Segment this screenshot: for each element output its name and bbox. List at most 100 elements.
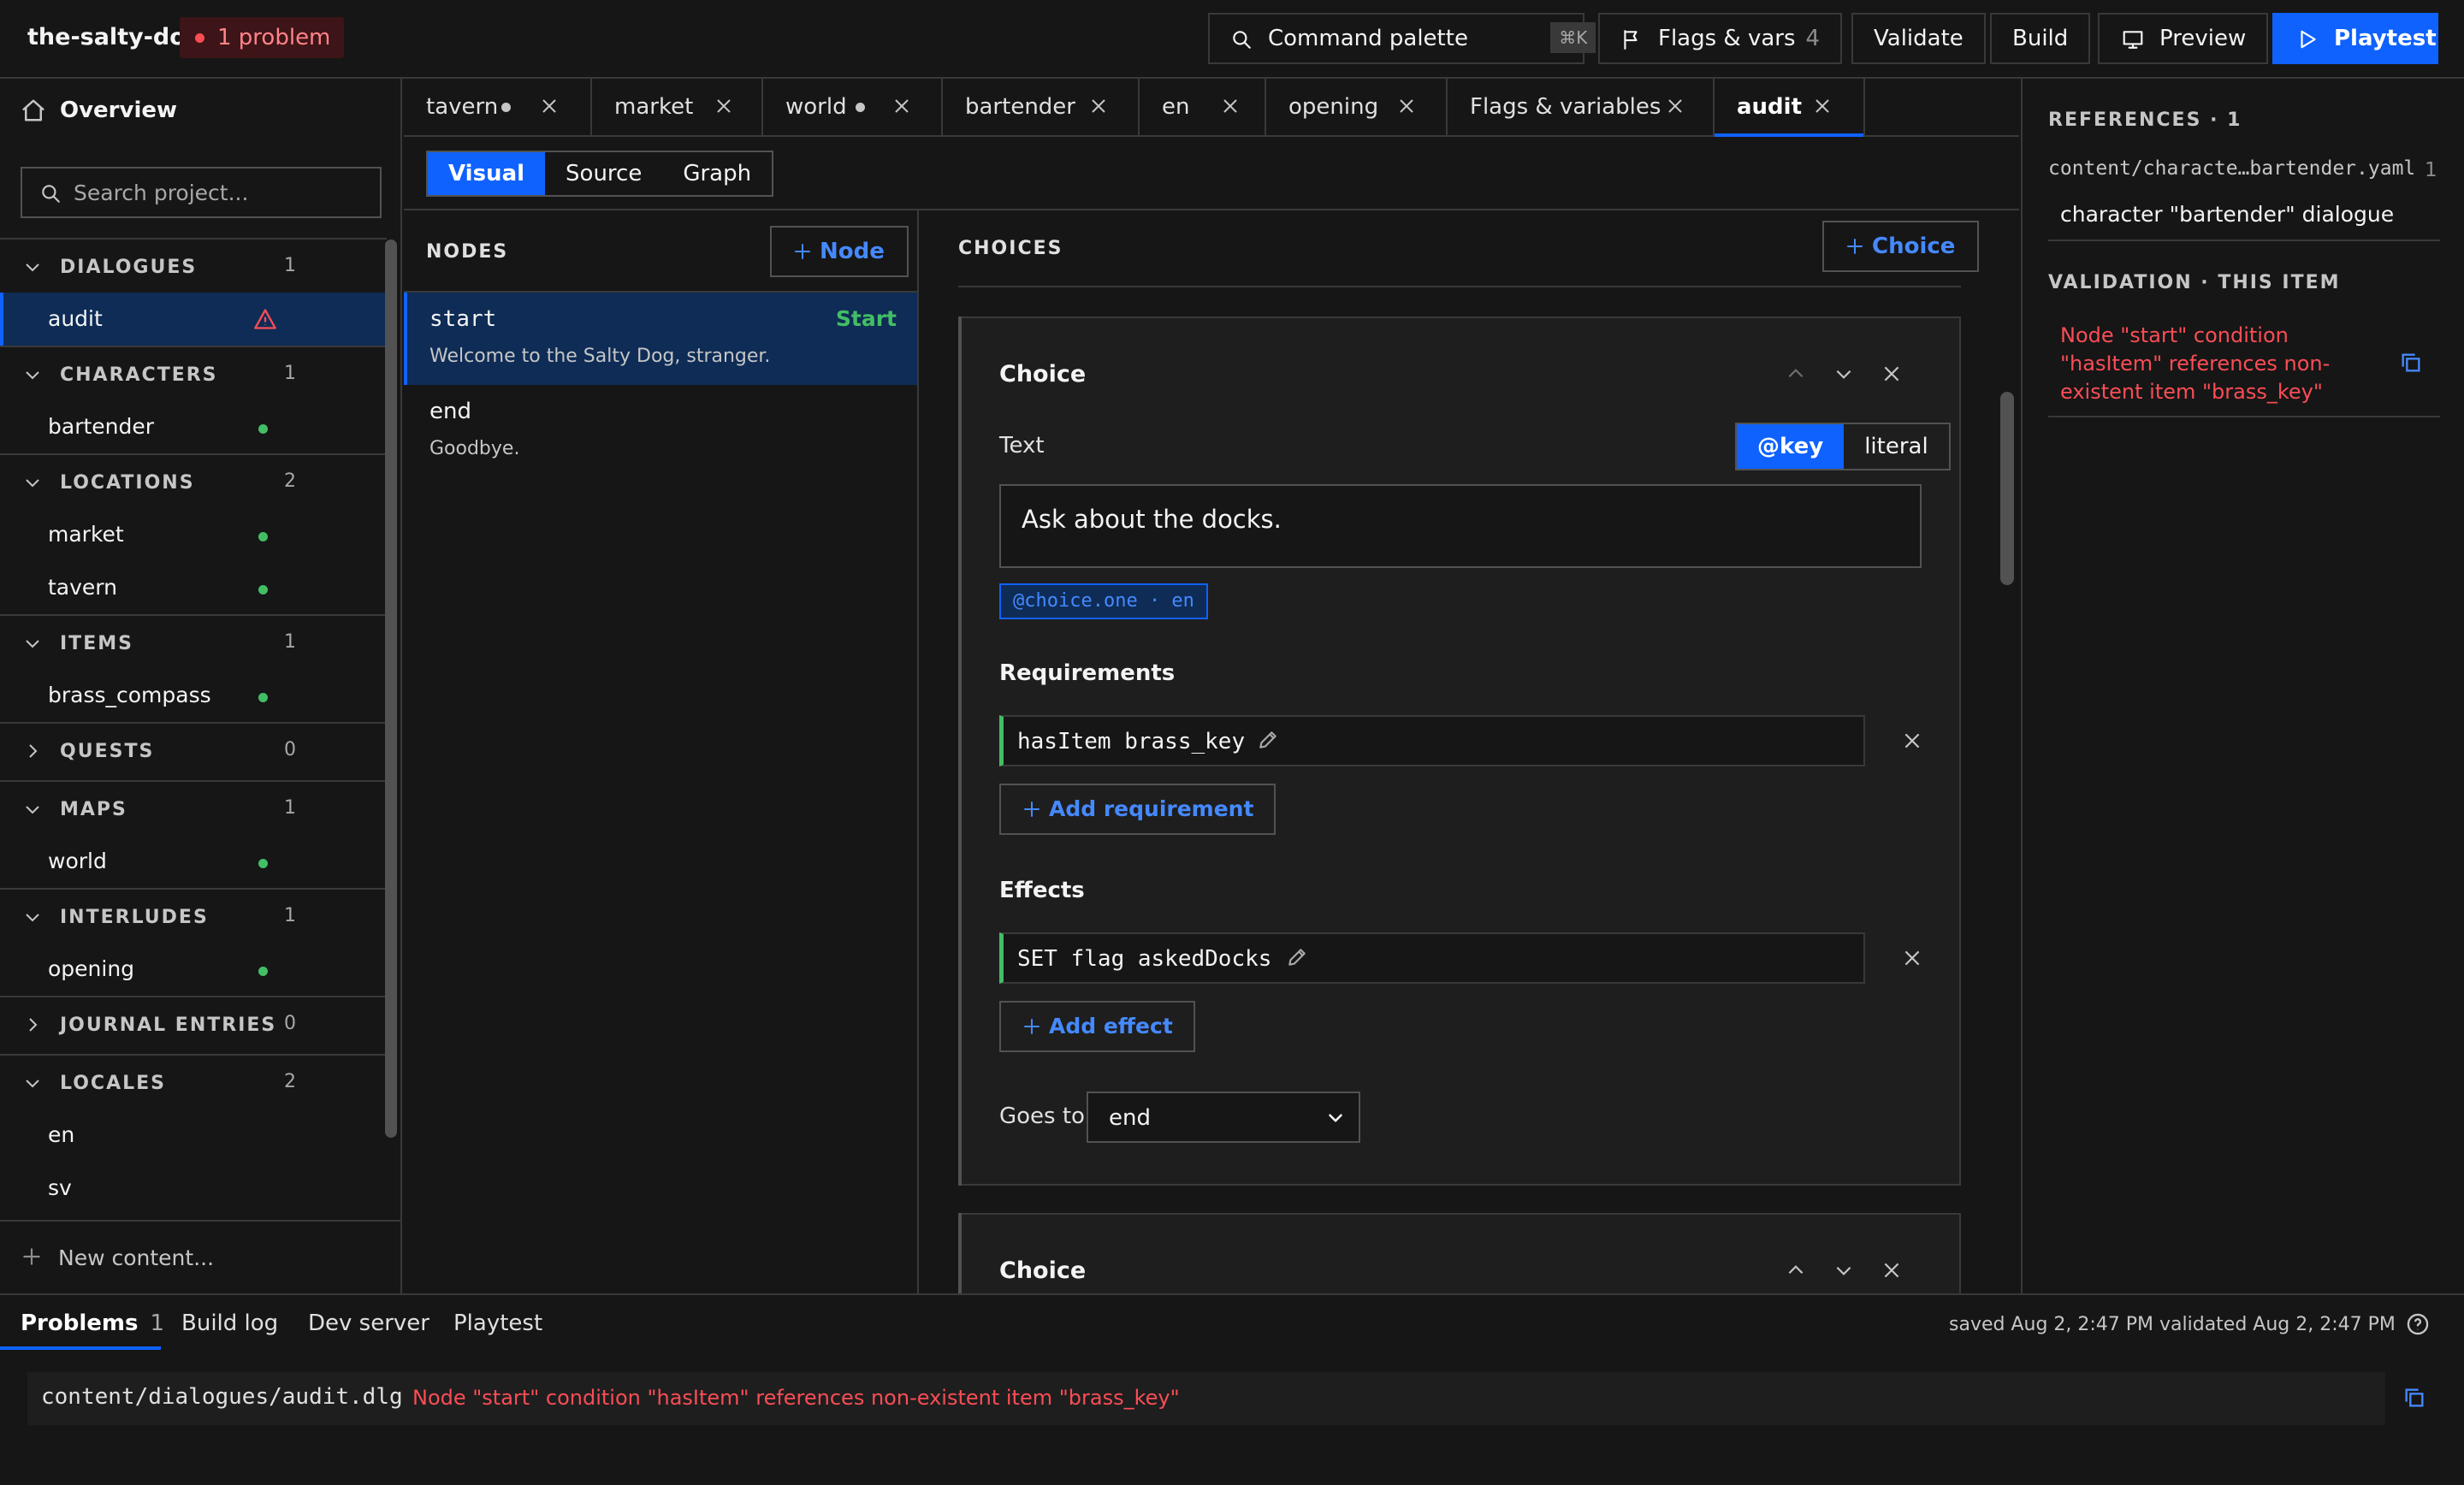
tab-world[interactable]: world [763, 79, 943, 135]
reference-path[interactable]: content/characte…bartender.yaml [2048, 157, 2415, 180]
section-label: LOCALES [60, 1073, 166, 1094]
close-icon[interactable] [1220, 96, 1241, 116]
section-quests[interactable]: QUESTS 0 [0, 722, 387, 780]
close-icon[interactable] [714, 96, 734, 116]
command-palette-button[interactable]: Command palette ⌘K [1208, 13, 1596, 64]
section-count: 1 [284, 255, 296, 276]
section-locales[interactable]: LOCALES 2 [0, 1054, 387, 1109]
view-mode-source[interactable]: Source [545, 152, 662, 195]
tree-item-label: tavern [48, 575, 117, 600]
plus-icon [792, 241, 813, 262]
close-icon[interactable] [1812, 96, 1833, 116]
tab-opening[interactable]: opening [1266, 79, 1448, 135]
tab-audit[interactable]: audit [1715, 79, 1865, 137]
project-search[interactable] [21, 167, 382, 218]
pencil-icon[interactable] [1257, 729, 1279, 751]
build-button[interactable]: Build [1990, 13, 2091, 64]
playtest-button[interactable]: Playtest [2272, 13, 2438, 64]
flags-vars-button[interactable]: Flags & vars 4 [1598, 13, 1843, 64]
chevron-up-icon[interactable] [1785, 1259, 1807, 1281]
tree-item-brass-compass[interactable]: brass_compass [0, 669, 387, 722]
text-mode-key[interactable]: @key [1737, 424, 1845, 469]
close-icon[interactable] [1881, 1259, 1903, 1281]
validation-divider [2048, 416, 2440, 417]
bottom-tab-dev-server[interactable]: Dev server [308, 1310, 429, 1336]
valid-status-dot [258, 967, 268, 976]
validate-button[interactable]: Validate [1851, 13, 1986, 64]
node-start[interactable]: start Start Welcome to the Salty Dog, st… [404, 293, 917, 385]
problems-badge[interactable]: 1 problem [180, 17, 345, 58]
tree-item-audit[interactable]: audit [0, 293, 387, 346]
add-requirement-button[interactable]: Add requirement [999, 784, 1276, 835]
text-mode-literal[interactable]: literal [1844, 424, 1948, 469]
sidebar-scrollbar[interactable] [385, 240, 397, 1138]
tree-item-bartender[interactable]: bartender [0, 400, 387, 453]
section-items[interactable]: ITEMS 1 [0, 614, 387, 669]
view-mode-visual[interactable]: Visual [428, 152, 546, 195]
tree-item-sv[interactable]: sv [0, 1162, 387, 1215]
remove-effect-icon[interactable] [1901, 947, 1923, 969]
add-effect-button[interactable]: Add effect [999, 1001, 1195, 1052]
overview-link[interactable]: Overview [0, 79, 400, 144]
tree-item-world[interactable]: world [0, 835, 387, 888]
section-locations[interactable]: LOCATIONS 2 [0, 453, 387, 508]
problem-file-path[interactable]: content/dialogues/audit.dlg [41, 1384, 403, 1410]
add-node-button[interactable]: Node [770, 226, 909, 277]
close-icon[interactable] [1088, 96, 1109, 116]
tab-bartender[interactable]: bartender [943, 79, 1140, 135]
tab-label: world [785, 94, 847, 120]
choices-scrollbar[interactable] [2000, 392, 2014, 585]
chevron-down-icon [22, 364, 43, 385]
section-dialogues[interactable]: DIALOGUES 1 [0, 238, 387, 293]
section-label: JOURNAL ENTRIES [60, 1015, 277, 1036]
close-icon[interactable] [539, 96, 560, 116]
close-icon[interactable] [1396, 96, 1417, 116]
choice-title: Choice [999, 1257, 1087, 1284]
close-icon[interactable] [891, 96, 912, 116]
content-tree: DIALOGUES 1 audit CHARACTERS 1 bartender… [0, 238, 387, 1215]
close-icon[interactable] [1665, 96, 1685, 116]
bottom-tab-playtest[interactable]: Playtest [453, 1310, 542, 1336]
chevron-up-icon[interactable] [1785, 363, 1807, 385]
tree-item-tavern[interactable]: tavern [0, 561, 387, 614]
section-maps[interactable]: MAPS 1 [0, 780, 387, 835]
section-label: ITEMS [60, 633, 133, 654]
goes-to-select[interactable]: end [1087, 1092, 1360, 1143]
pencil-icon[interactable] [1286, 946, 1308, 968]
close-icon[interactable] [1881, 363, 1903, 385]
tree-item-market[interactable]: market [0, 508, 387, 561]
node-name: end [429, 399, 471, 424]
problem-row[interactable]: content/dialogues/audit.dlg Node "start"… [27, 1372, 2385, 1425]
section-characters[interactable]: CHARACTERS 1 [0, 346, 387, 400]
preview-button[interactable]: Preview [2098, 13, 2269, 64]
copy-icon[interactable] [2399, 351, 2423, 375]
help-icon[interactable] [2406, 1312, 2430, 1336]
plus-icon [1022, 1016, 1042, 1037]
localization-key-tag[interactable]: @choice.one · en [999, 583, 1208, 619]
remove-requirement-icon[interactable] [1901, 730, 1923, 752]
chevron-down-icon[interactable] [1833, 1259, 1855, 1281]
section-interludes[interactable]: INTERLUDES 1 [0, 888, 387, 943]
requirement-row[interactable]: hasItem brass_key [999, 715, 1865, 766]
tab-en[interactable]: en [1140, 79, 1266, 135]
effect-row[interactable]: SET flag askedDocks [999, 932, 1865, 984]
tab-market[interactable]: market [592, 79, 763, 135]
copy-icon[interactable] [2402, 1386, 2426, 1410]
tree-item-en[interactable]: en [0, 1109, 387, 1162]
tab-tavern[interactable]: tavern [404, 79, 592, 135]
chevron-down-icon[interactable] [1833, 363, 1855, 385]
add-choice-button[interactable]: Choice [1822, 221, 1980, 272]
node-end[interactable]: end Goodbye. [404, 385, 917, 477]
section-journal-entries[interactable]: JOURNAL ENTRIES 0 [0, 996, 387, 1054]
section-label: DIALOGUES [60, 257, 198, 278]
tab-label: Flags & variables [1470, 94, 1661, 120]
choice-text-input[interactable]: Ask about the docks. [999, 484, 1922, 568]
view-mode-graph[interactable]: Graph [662, 152, 772, 195]
bottom-tab-build-log[interactable]: Build log [181, 1310, 278, 1336]
new-content-button[interactable]: New content... [0, 1220, 400, 1293]
tab-flags-variables[interactable]: Flags & variables [1448, 79, 1715, 135]
text-mode-toggle: @key literal [1735, 423, 1951, 470]
search-input[interactable] [74, 169, 373, 216]
tree-item-opening[interactable]: opening [0, 943, 387, 996]
bottom-tab-problems[interactable]: Problems 1 [21, 1310, 164, 1336]
